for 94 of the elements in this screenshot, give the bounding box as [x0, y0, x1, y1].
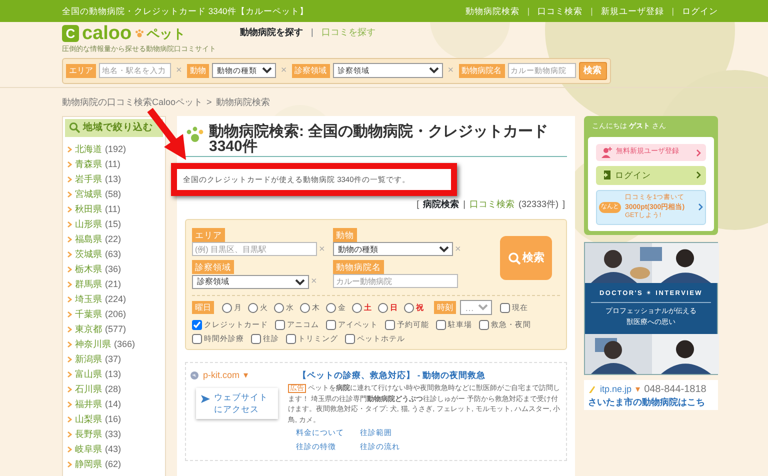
region-link[interactable]: 岐阜県 (43) [63, 442, 165, 457]
checkbox[interactable] [286, 334, 296, 344]
separator: | [590, 4, 593, 18]
radio-button[interactable] [222, 302, 232, 313]
checkbox[interactable] [326, 320, 336, 330]
field-label: 時刻 [434, 300, 456, 314]
region-link[interactable]: 福島県 (22) [63, 232, 165, 247]
nav-link[interactable]: 動物病院を探す [240, 26, 303, 40]
radio-button[interactable] [274, 302, 284, 313]
globe-icon [190, 370, 199, 380]
input-field[interactable]: カルー動物病院 [333, 274, 458, 288]
domain-link[interactable]: itp.ne.jp [600, 383, 632, 397]
sidebar-heading: 地域で絞り込む [65, 118, 163, 137]
checkbox[interactable] [192, 334, 202, 344]
search-icon [69, 122, 80, 134]
bracket: [ [416, 198, 420, 212]
region-link[interactable]: 富山県 (13) [63, 366, 165, 382]
separator: | [463, 198, 466, 212]
field-label: 曜日 [192, 300, 214, 314]
top-link[interactable]: 動物病院検索 [465, 4, 520, 18]
checkbox[interactable] [192, 320, 202, 330]
checkbox[interactable] [479, 320, 489, 330]
radio-button[interactable] [326, 302, 336, 313]
radio-button[interactable] [248, 302, 258, 313]
top-link[interactable]: 新規ユーザ登録 [600, 4, 664, 18]
page-title: 全国の動物病院・クレジットカード 3340件【カルーペット】 [62, 4, 308, 18]
region-link[interactable]: 岩手県 (13) [63, 172, 165, 187]
search-icon [508, 252, 520, 265]
region-link[interactable]: 青森県 (11) [63, 156, 165, 172]
radio-button[interactable] [404, 302, 414, 313]
bracket: ] [562, 198, 565, 212]
tab-link[interactable]: 病院検索 [423, 198, 460, 212]
phone-number: 048-844-1818 [644, 383, 706, 397]
input-field[interactable]: (例) 目黒区、目黒駅 [192, 242, 317, 256]
radio-button[interactable] [300, 302, 310, 313]
radio-button[interactable] [352, 302, 362, 313]
field-label: 動物 [186, 64, 209, 78]
separator: | [311, 26, 314, 39]
separator: | [672, 4, 674, 18]
region-link[interactable]: 山形県 (15) [63, 216, 165, 232]
website-button[interactable]: ウェブサイトにアクセス [196, 388, 278, 420]
field-label: 動物 [333, 228, 357, 242]
region-link[interactable]: 山梨県 (16) [63, 412, 165, 427]
chevron-icon [696, 148, 701, 156]
region-link[interactable]: 北海道 (192) [63, 142, 165, 157]
checkbox[interactable] [275, 320, 285, 330]
checkbox[interactable] [500, 302, 510, 313]
checkbox[interactable] [436, 320, 446, 330]
top-link[interactable]: 口コミ検索 [538, 4, 583, 18]
breadcrumb-separator: > [206, 96, 212, 109]
tab-link[interactable]: 口コミ検索 [469, 198, 514, 212]
field-label: 診察領域 [192, 260, 234, 274]
user-add-icon [601, 147, 612, 158]
arrow-icon [201, 395, 210, 404]
ad-title-link[interactable]: さいたま市の動物病院はこち [588, 397, 714, 408]
ad-title-link[interactable]: 【ペットの診療、救急対応】 - 動物の夜間救急 [298, 368, 562, 382]
region-link[interactable]: 秋田県 (11) [63, 202, 165, 217]
field-label: 診察領域 [292, 64, 330, 78]
field-label: エリア [192, 228, 225, 242]
region-link[interactable]: 長野県 (33) [63, 426, 165, 442]
region-link[interactable]: 静岡県 (62) [63, 456, 165, 472]
login-icon [601, 170, 611, 180]
region-link[interactable]: 宮城県 (58) [63, 186, 165, 202]
chevron-icon [696, 171, 701, 180]
region-link[interactable]: 福井県 (14) [63, 396, 165, 412]
chevron-icon [698, 203, 703, 212]
checkbox[interactable] [385, 320, 395, 330]
field-label: エリア [66, 64, 96, 78]
checkbox[interactable] [345, 334, 355, 344]
field-label: 動物病院名 [333, 260, 384, 274]
top-link[interactable]: ログイン [682, 4, 718, 18]
region-link[interactable]: 栃木県 (36) [63, 262, 165, 277]
paw-icon [185, 126, 205, 144]
login-button[interactable]: ログイン [596, 166, 706, 185]
separator: | [527, 4, 530, 18]
page-heading: 動物病院検索: 全国の動物病院・クレジットカード 3340件 [185, 124, 567, 157]
checkbox[interactable] [251, 334, 261, 344]
region-link[interactable]: 東京都 (577) [63, 322, 165, 337]
region-link[interactable]: 群馬県 (21) [63, 276, 165, 292]
region-link[interactable]: 千葉県 (206) [63, 306, 165, 322]
region-link[interactable]: 新潟県 (37) [63, 352, 165, 367]
breadcrumb-link[interactable]: 動物病院検索 [216, 96, 270, 110]
region-link[interactable]: 茨城県 (63) [63, 246, 165, 262]
tab-count: (32333件) [518, 198, 558, 212]
logo[interactable]: C caloo ペット [62, 24, 216, 44]
region-link[interactable]: 神奈川県 (366) [63, 336, 165, 352]
select-field[interactable]: 診察領域 [192, 274, 309, 289]
region-link[interactable]: 埼玉県 (224) [63, 292, 165, 307]
domain-link[interactable]: p-kit.com [203, 368, 240, 382]
select-field[interactable]: 動物の種類 [333, 242, 453, 256]
region-link[interactable]: 石川県 (28) [63, 382, 165, 397]
breadcrumb-link[interactable]: 動物病院の口コミ検索Calooペット [62, 96, 203, 110]
field-label: 動物病院名 [458, 64, 505, 78]
radio-button[interactable] [378, 302, 388, 313]
